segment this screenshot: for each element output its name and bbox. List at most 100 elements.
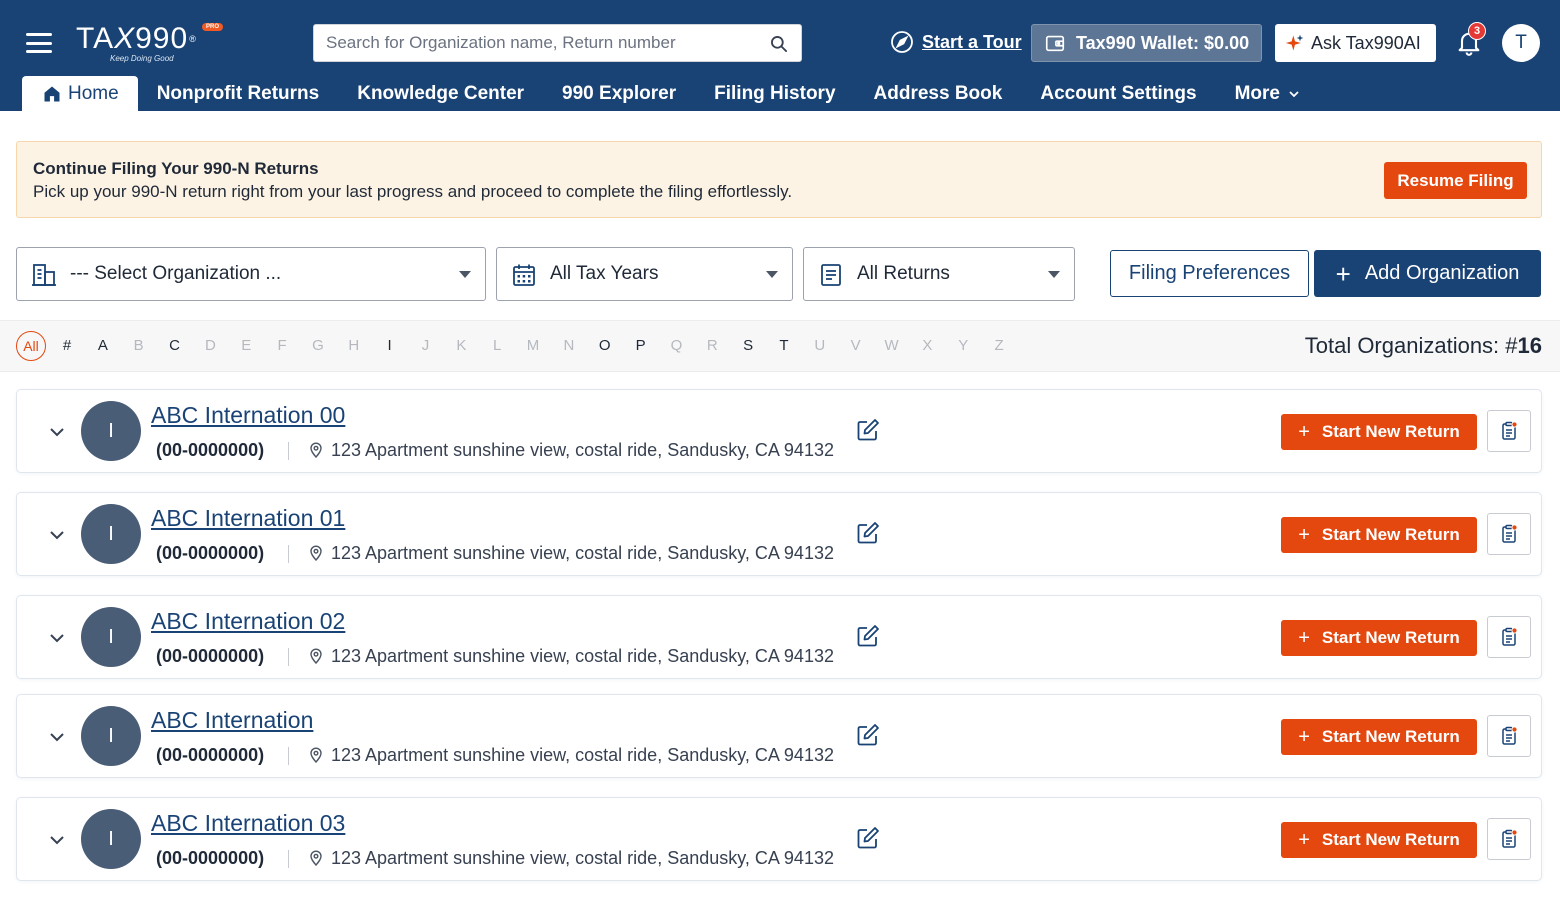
organization-address: 123 Apartment sunshine view, costal ride…	[331, 543, 834, 563]
edit-icon[interactable]	[855, 722, 881, 748]
nav-home[interactable]: Home	[22, 76, 138, 111]
search-icon[interactable]	[769, 34, 789, 54]
alphabet-letter[interactable]: U	[810, 337, 830, 354]
organization-initial: I	[108, 522, 114, 545]
alphabet-letter[interactable]: X	[917, 337, 937, 354]
nav-address-book[interactable]: Address Book	[855, 76, 1022, 111]
organization-card: I ABC Internation 03 (00-0000000) 123 Ap…	[16, 797, 1542, 881]
return-history-button[interactable]	[1487, 616, 1531, 658]
start-new-return-label: Start New Return	[1321, 422, 1460, 441]
alphabet-letter[interactable]: C	[165, 337, 185, 354]
chevron-down-icon[interactable]	[48, 629, 66, 647]
brand-logo[interactable]: TAX990® PRO Keep Doing Good	[76, 22, 224, 63]
start-new-return-button[interactable]: + Start New Return	[1281, 414, 1477, 450]
alphabet-letter[interactable]: S	[738, 337, 758, 354]
start-new-return-button[interactable]: + Start New Return	[1281, 822, 1477, 858]
nav-filing-history[interactable]: Filing History	[695, 76, 854, 111]
nav-more[interactable]: More	[1216, 76, 1319, 111]
alphabet-letter[interactable]: K	[451, 337, 471, 354]
notifications-button[interactable]: 3	[1455, 22, 1486, 58]
alphabet-letter[interactable]: L	[487, 337, 507, 354]
search-input[interactable]	[326, 25, 756, 61]
organization-address: 123 Apartment sunshine view, costal ride…	[331, 745, 834, 765]
return-history-button[interactable]	[1487, 410, 1531, 452]
plus-icon: +	[1335, 258, 1351, 289]
edit-icon[interactable]	[855, 825, 881, 851]
return-history-button[interactable]	[1487, 818, 1531, 860]
total-organizations-count: 16	[1517, 333, 1542, 358]
ask-ai-button[interactable]: Ask Tax990AI	[1275, 24, 1436, 62]
alphabet-letter[interactable]: B	[129, 337, 149, 354]
organization-name-link[interactable]: ABC Internation 00	[151, 402, 345, 429]
banner-title: Continue Filing Your 990-N Returns	[33, 159, 319, 178]
alphabet-letter[interactable]: H	[344, 337, 364, 354]
pro-badge: PRO	[202, 23, 224, 31]
edit-icon[interactable]	[855, 623, 881, 649]
alphabet-letter[interactable]: W	[882, 337, 902, 354]
organization-name-link[interactable]: ABC Internation 03	[151, 810, 345, 837]
alphabet-letter[interactable]: #	[57, 337, 77, 354]
return-history-button[interactable]	[1487, 715, 1531, 757]
start-new-return-button[interactable]: + Start New Return	[1281, 620, 1477, 656]
organization-select[interactable]: --- Select Organization ...	[16, 247, 486, 301]
alphabet-all-button[interactable]: All	[16, 331, 46, 361]
organization-card: I ABC Internation 02 (00-0000000) 123 Ap…	[16, 595, 1542, 679]
add-organization-button[interactable]: + Add Organization	[1314, 250, 1541, 297]
alphabet-letter[interactable]: J	[416, 337, 436, 354]
filing-preferences-button[interactable]: Filing Preferences	[1110, 250, 1309, 297]
alphabet-letter[interactable]: T	[774, 337, 794, 354]
organization-name-link[interactable]: ABC Internation 02	[151, 608, 345, 635]
hamburger-menu-icon[interactable]	[26, 33, 52, 53]
alphabet-letter[interactable]: G	[308, 337, 328, 354]
alphabet-letter[interactable]: M	[523, 337, 543, 354]
alphabet-letter[interactable]: I	[380, 337, 400, 354]
chevron-down-icon[interactable]	[48, 526, 66, 544]
alphabet-letter[interactable]: A	[93, 337, 113, 354]
chevron-down-icon[interactable]	[48, 831, 66, 849]
plus-icon: +	[1298, 421, 1310, 443]
wallet-button[interactable]: Tax990 Wallet: $0.00	[1031, 24, 1262, 62]
organization-name-link[interactable]: ABC Internation 01	[151, 505, 345, 532]
alphabet-letter[interactable]: D	[200, 337, 220, 354]
start-new-return-button[interactable]: + Start New Return	[1281, 719, 1477, 755]
alphabet-letter[interactable]: V	[846, 337, 866, 354]
tax-year-select[interactable]: All Tax Years	[496, 247, 793, 301]
divider	[288, 442, 289, 460]
alphabet-letter[interactable]: P	[631, 337, 651, 354]
divider	[288, 747, 289, 765]
nav-nonprofit-returns[interactable]: Nonprofit Returns	[138, 76, 339, 111]
nav-990-explorer[interactable]: 990 Explorer	[543, 76, 695, 111]
top-header: TAX990® PRO Keep Doing Good Start a Tour…	[0, 0, 1560, 111]
banner-text: Pick up your 990-N return right from you…	[33, 182, 793, 201]
return-history-button[interactable]	[1487, 513, 1531, 555]
edit-icon[interactable]	[855, 520, 881, 546]
organization-initial: I	[108, 724, 114, 747]
start-new-return-label: Start New Return	[1321, 628, 1460, 647]
alphabet-letter[interactable]: O	[595, 337, 615, 354]
start-new-return-label: Start New Return	[1321, 830, 1460, 849]
organization-avatar: I	[81, 504, 141, 564]
alphabet-letter[interactable]: Y	[953, 337, 973, 354]
edit-icon[interactable]	[855, 417, 881, 443]
chevron-down-icon[interactable]	[48, 423, 66, 441]
resume-filing-button[interactable]: Resume Filing	[1384, 162, 1527, 199]
organization-avatar: I	[81, 401, 141, 461]
start-new-return-button[interactable]: + Start New Return	[1281, 517, 1477, 553]
alphabet-letter[interactable]: Q	[666, 337, 686, 354]
start-tour-link[interactable]: Start a Tour	[890, 30, 1022, 54]
alphabet-letter[interactable]: E	[236, 337, 256, 354]
alphabet-letter[interactable]: F	[272, 337, 292, 354]
caret-down-icon	[766, 271, 778, 278]
brand-tagline: Keep Doing Good	[110, 54, 174, 63]
alphabet-letter[interactable]: Z	[989, 337, 1009, 354]
alphabet-letter[interactable]: R	[702, 337, 722, 354]
nav-knowledge-center[interactable]: Knowledge Center	[338, 76, 543, 111]
organization-initial: I	[108, 625, 114, 648]
alphabet-letter[interactable]: N	[559, 337, 579, 354]
clipboard-icon	[1502, 726, 1518, 745]
nav-account-settings[interactable]: Account Settings	[1021, 76, 1215, 111]
chevron-down-icon[interactable]	[48, 728, 66, 746]
returns-select[interactable]: All Returns	[803, 247, 1075, 301]
user-avatar[interactable]: T	[1502, 24, 1540, 62]
organization-name-link[interactable]: ABC Internation	[151, 707, 313, 734]
